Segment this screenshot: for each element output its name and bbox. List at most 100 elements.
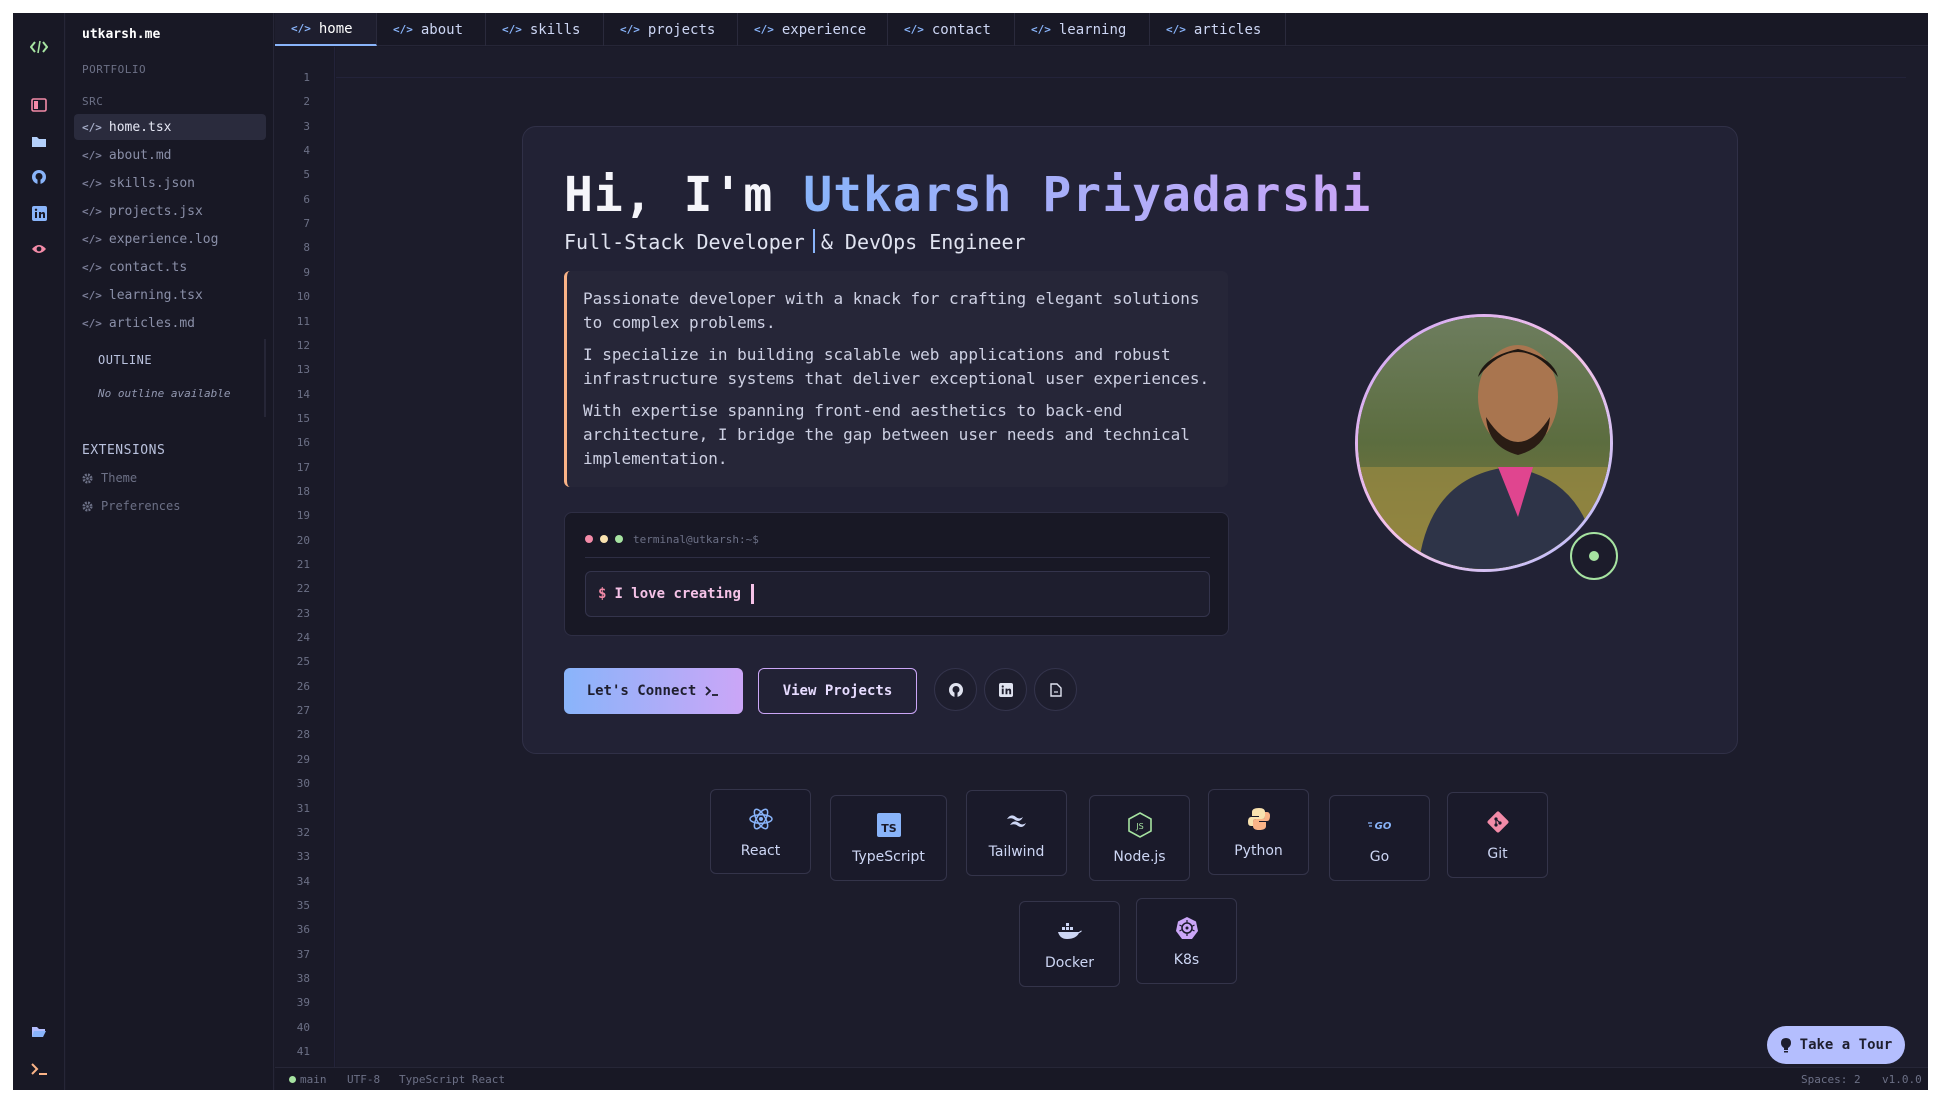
file-label: learning.tsx <box>108 287 203 303</box>
tech-card-docker[interactable]: Docker <box>1019 901 1120 987</box>
line-number: 15 <box>296 411 310 425</box>
linkedin-link-button[interactable] <box>984 668 1027 711</box>
file-articles[interactable]: </> articles.md <box>74 310 266 336</box>
code-logo-icon[interactable] <box>27 35 51 59</box>
code-icon: </> <box>904 23 924 36</box>
github-icon[interactable] <box>27 165 51 189</box>
tech-card-typescript[interactable]: TS TypeScript <box>830 795 947 881</box>
view-projects-button[interactable]: View Projects <box>758 668 917 714</box>
hero-card: Hi, I'm Utkarsh Priyadarshi Full-Stack D… <box>522 126 1738 754</box>
sidebar-toggle-icon[interactable] <box>27 93 51 117</box>
tab-skills[interactable]: </> skills <box>486 13 604 46</box>
line-number: 9 <box>303 265 310 279</box>
greeting-text: Hi, I'm <box>564 167 774 223</box>
tech-card-tailwind[interactable]: Tailwind <box>966 790 1067 876</box>
tech-label: Go <box>1369 849 1390 865</box>
indent-label[interactable]: Spaces: 2 <box>1801 1073 1861 1086</box>
extension-preferences[interactable]: Preferences <box>82 499 180 513</box>
file-label: skills.json <box>108 175 195 191</box>
src-section-label: SRC <box>82 95 104 108</box>
tab-label: contact <box>931 21 991 38</box>
resume-link-button[interactable] <box>1034 668 1077 711</box>
open-folder-icon[interactable] <box>27 1019 51 1043</box>
linkedin-icon[interactable] <box>27 201 51 225</box>
code-icon: </> <box>754 23 774 36</box>
code-icon: </> <box>502 23 522 36</box>
code-icon: </> <box>82 204 102 218</box>
line-number: 39 <box>296 996 310 1010</box>
github-link-button[interactable] <box>934 668 977 711</box>
line-number: 2 <box>303 95 310 109</box>
tab-label: about <box>420 21 464 38</box>
terminal-divider <box>585 557 1210 558</box>
outline-title[interactable]: OUTLINE <box>98 353 152 367</box>
hero-subtitle: Full-Stack Developer & DevOps Engineer <box>564 229 1026 254</box>
folder-icon[interactable] <box>27 129 51 153</box>
code-icon: </> <box>82 120 102 134</box>
file-label: home.tsx <box>108 119 172 135</box>
eye-icon[interactable] <box>27 237 51 261</box>
line-number: 28 <box>296 728 310 742</box>
tab-home[interactable]: </> home <box>275 13 377 46</box>
go-icon: GO <box>1366 811 1394 839</box>
tab-label: articles <box>1193 21 1262 38</box>
file-skills[interactable]: </> skills.json <box>74 170 266 196</box>
lets-connect-button[interactable]: Let's Connect <box>564 668 743 714</box>
description-paragraph: Passionate developer with a knack for cr… <box>583 289 1200 332</box>
line-number: 34 <box>296 874 310 888</box>
linkedin-icon <box>998 682 1013 697</box>
file-about[interactable]: </> about.md <box>74 142 266 168</box>
role-secondary: & DevOps Engineer <box>820 230 1026 254</box>
code-icon: </> <box>1166 23 1186 36</box>
tab-contact[interactable]: </> contact <box>888 13 1015 46</box>
tab-label: learning <box>1058 21 1127 38</box>
outline-panel: OUTLINE No outline available <box>82 339 266 417</box>
tech-card-git[interactable]: Git <box>1447 792 1548 878</box>
line-number: 32 <box>296 825 310 839</box>
file-projects[interactable]: </> projects.jsx <box>74 198 266 224</box>
tab-experience[interactable]: </> experience <box>738 13 888 46</box>
tech-card-python[interactable]: Python <box>1208 789 1309 875</box>
window-dots <box>585 535 623 543</box>
file-learning[interactable]: </> learning.tsx <box>74 282 266 308</box>
line-number: 38 <box>296 971 310 985</box>
file-contact[interactable]: </> contact.ts <box>74 254 266 280</box>
file-experience[interactable]: </> experience.log <box>74 226 266 252</box>
language-label[interactable]: TypeScript React <box>399 1073 505 1086</box>
extensions-title[interactable]: EXTENSIONS <box>82 443 165 458</box>
tech-label: Docker <box>1044 955 1095 971</box>
tech-card-nodejs[interactable]: JS Node.js <box>1089 795 1190 881</box>
tab-label: projects <box>647 21 716 38</box>
extension-theme[interactable]: Theme <box>82 471 137 485</box>
terminal-input-line[interactable]: $ I love creating <box>585 571 1210 617</box>
tailwind-icon <box>1003 806 1031 834</box>
hero-heading: Hi, I'm Utkarsh Priyadarshi <box>564 167 1371 223</box>
tab-projects[interactable]: </> projects <box>604 13 738 46</box>
line-number: 40 <box>296 1020 310 1034</box>
typing-caret <box>812 229 815 253</box>
terminal-cursor <box>750 584 754 604</box>
gear-icon <box>82 500 93 512</box>
site-brand[interactable]: utkarsh.me <box>82 27 160 42</box>
document-icon <box>1049 682 1062 697</box>
file-home[interactable]: </> home.tsx <box>74 114 266 140</box>
branch-indicator[interactable]: main <box>289 1073 327 1086</box>
tab-articles[interactable]: </> articles <box>1150 13 1286 46</box>
code-icon: </> <box>393 23 413 36</box>
description-paragraph: I specialize in building scalable web ap… <box>583 345 1210 388</box>
take-tour-button[interactable]: Take a Tour <box>1767 1026 1905 1064</box>
terminal-icon[interactable] <box>27 1057 51 1081</box>
line-number: 25 <box>296 655 310 669</box>
line-number: 12 <box>296 338 310 352</box>
tech-card-k8s[interactable]: K8s <box>1136 898 1237 984</box>
tab-learning[interactable]: </> learning <box>1015 13 1150 46</box>
line-number: 37 <box>296 947 310 961</box>
tech-card-react[interactable]: React <box>710 789 811 874</box>
tech-card-go[interactable]: GO Go <box>1329 795 1430 881</box>
maximize-dot-icon <box>615 535 623 543</box>
tab-about[interactable]: </> about <box>377 13 486 46</box>
hero-description: Passionate developer with a knack for cr… <box>564 271 1228 487</box>
encoding-label[interactable]: UTF-8 <box>347 1073 380 1086</box>
role-primary: Full-Stack Developer <box>564 230 805 254</box>
tab-label: home <box>318 20 353 37</box>
